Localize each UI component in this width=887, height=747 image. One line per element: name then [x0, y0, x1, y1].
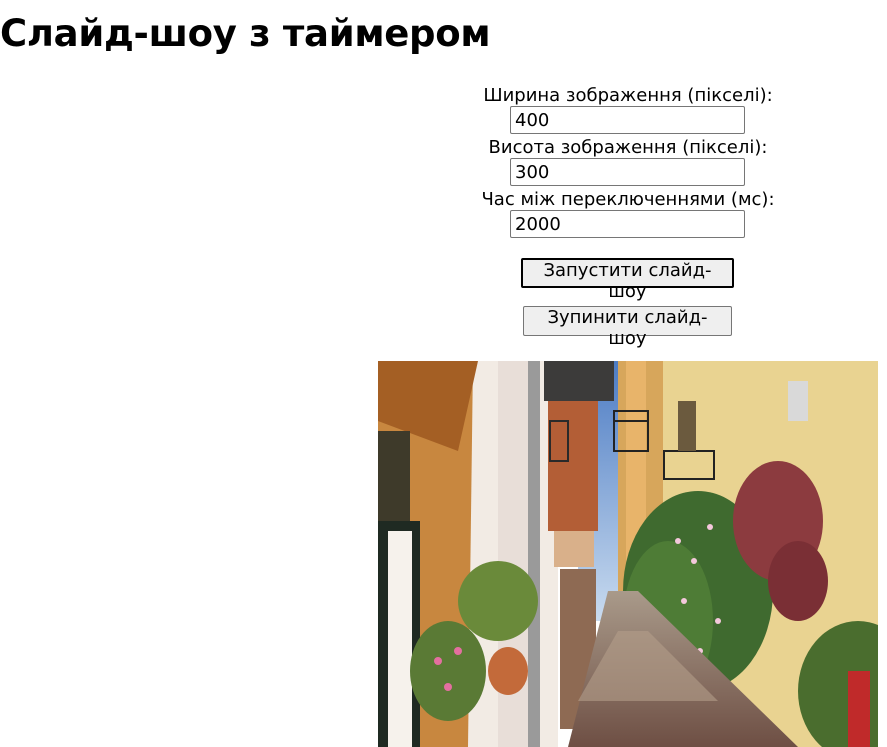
height-input[interactable]	[510, 158, 745, 186]
interval-input[interactable]	[510, 210, 745, 238]
slideshow-image	[378, 361, 878, 747]
width-label: Ширина зображення (пікселі):	[483, 85, 773, 106]
height-label: Висота зображення (пікселі):	[488, 137, 768, 158]
alley-photo	[378, 361, 878, 747]
page-title: Слайд-шоу з таймером	[0, 12, 491, 55]
stop-slideshow-button[interactable]: Зупинити слайд-шоу	[523, 306, 732, 349]
interval-label: Час між переключеннями (мс):	[481, 189, 775, 210]
width-input[interactable]	[510, 106, 745, 134]
start-slideshow-button[interactable]: Запустити слайд-шоу	[521, 258, 734, 302]
